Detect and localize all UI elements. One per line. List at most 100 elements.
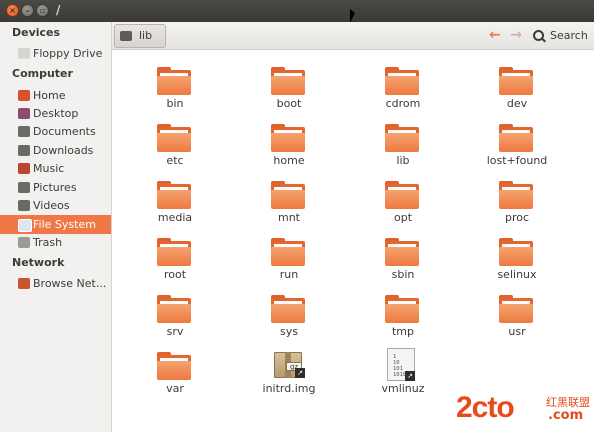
sidebar-section-devices: Devices: [12, 26, 61, 39]
file-name-label: var: [166, 382, 184, 395]
breadcrumb-button[interactable]: lib: [114, 24, 166, 48]
places-sidebar: Devices Floppy Drive Computer Home Desktop Do…: [0, 22, 112, 432]
maximize-icon: ▫: [39, 6, 46, 15]
file-item-proc[interactable]: proc: [477, 179, 557, 235]
folder-icon: [385, 124, 419, 152]
sidebar-item-file-system[interactable]: File System: [0, 215, 111, 234]
home-folder-icon: [18, 90, 30, 101]
file-item-dev[interactable]: dev: [477, 65, 557, 121]
sidebar-item-videos[interactable]: Videos: [0, 196, 111, 215]
arrow-left-icon: ←: [489, 27, 501, 43]
sidebar-item-label: Documents: [33, 125, 96, 138]
sidebar-item-home[interactable]: Home: [0, 86, 111, 105]
folder-icon: [157, 67, 191, 95]
file-item-initrd-img[interactable]: gz ↗ initrd.img: [249, 350, 329, 406]
folder-icon: [157, 352, 191, 380]
file-name-label: sys: [280, 325, 298, 338]
file-name-label: etc: [166, 154, 184, 167]
file-name-label: lost+found: [486, 154, 548, 167]
watermark-domain: .com: [548, 408, 584, 423]
file-item-bin[interactable]: bin: [135, 65, 215, 121]
search-button[interactable]: Search: [530, 26, 592, 46]
file-item-opt[interactable]: opt: [363, 179, 443, 235]
sidebar-item-label: Downloads: [33, 144, 94, 157]
sidebar-item-documents[interactable]: Documents: [0, 122, 111, 141]
watermark-main: 2cto: [456, 391, 515, 424]
file-item-boot[interactable]: boot: [249, 65, 329, 121]
binary-file-icon: 1 10 101 1010 ↗: [387, 348, 415, 381]
sidebar-item-label: Browse Net...: [33, 277, 107, 290]
search-label: Search: [550, 29, 588, 42]
file-item-vmlinuz[interactable]: 1 10 101 1010 ↗ vmlinuz: [363, 348, 443, 406]
window-title: /: [56, 3, 61, 17]
file-item-lib[interactable]: lib: [363, 122, 443, 178]
file-item-root[interactable]: root: [135, 236, 215, 292]
file-name-label: media: [157, 211, 193, 224]
file-item-run[interactable]: run: [249, 236, 329, 292]
file-item-usr[interactable]: usr: [477, 293, 557, 349]
documents-icon: [18, 126, 30, 137]
breadcrumb-label: lib: [139, 29, 153, 42]
file-item-sys[interactable]: sys: [249, 293, 329, 349]
back-button[interactable]: ←: [486, 26, 504, 44]
title-bar[interactable]: × – ▫ /: [0, 0, 594, 23]
file-name-label: vmlinuz: [381, 382, 425, 395]
minimize-button[interactable]: –: [21, 4, 34, 17]
file-item-etc[interactable]: etc: [135, 122, 215, 178]
file-item-tmp[interactable]: tmp: [363, 293, 443, 349]
file-item-media[interactable]: media: [135, 179, 215, 235]
sidebar-section-computer: Computer: [12, 67, 73, 80]
sidebar-item-browse-net[interactable]: Browse Net...: [0, 274, 111, 293]
folder-icon: [157, 238, 191, 266]
file-name-label: cdrom: [385, 97, 421, 110]
sidebar-item-label: Trash: [33, 236, 63, 249]
file-name-label: srv: [166, 325, 184, 338]
file-name-label: selinux: [497, 268, 537, 281]
file-item-mnt[interactable]: mnt: [249, 179, 329, 235]
file-item-lost-found[interactable]: lost+found: [477, 122, 557, 178]
file-name-label: opt: [393, 211, 413, 224]
folder-icon: [499, 181, 533, 209]
file-view[interactable]: bin boot cdrom dev etc home lib lost+found media…: [112, 50, 594, 432]
maximize-button[interactable]: ▫: [36, 4, 49, 17]
file-item-home[interactable]: home: [249, 122, 329, 178]
watermark-logo: 2cto 红黑联盟 .com: [456, 387, 594, 432]
search-icon-handle: [541, 37, 546, 43]
sidebar-item-downloads[interactable]: Downloads: [0, 141, 111, 160]
file-name-label: root: [163, 268, 187, 281]
sidebar-item-pictures[interactable]: Pictures: [0, 178, 111, 197]
folder-icon: [157, 124, 191, 152]
sidebar-item-floppy-drive[interactable]: Floppy Drive: [0, 44, 111, 63]
file-item-cdrom[interactable]: cdrom: [363, 65, 443, 121]
file-name-label: usr: [508, 325, 526, 338]
folder-icon: [499, 67, 533, 95]
sidebar-item-label: Videos: [33, 199, 70, 212]
folder-icon: [499, 238, 533, 266]
folder-icon: [157, 181, 191, 209]
file-name-label: boot: [276, 97, 302, 110]
file-item-var[interactable]: var: [135, 350, 215, 406]
arrow-right-icon: →: [510, 27, 522, 43]
drive-icon: [120, 31, 132, 41]
file-item-srv[interactable]: srv: [135, 293, 215, 349]
folder-icon: [385, 181, 419, 209]
music-icon: [18, 163, 30, 174]
folder-icon: [499, 124, 533, 152]
file-name-label: sbin: [391, 268, 415, 281]
close-button[interactable]: ×: [6, 4, 19, 17]
toolbar: lib ← → Search: [112, 22, 594, 50]
sidebar-item-desktop[interactable]: Desktop: [0, 104, 111, 123]
file-name-label: dev: [506, 97, 528, 110]
sidebar-item-music[interactable]: Music: [0, 159, 111, 178]
sidebar-item-label: Home: [33, 89, 66, 102]
archive-icon: gz ↗: [271, 348, 305, 380]
file-item-sbin[interactable]: sbin: [363, 236, 443, 292]
folder-icon: [385, 295, 419, 323]
file-item-selinux[interactable]: selinux: [477, 236, 557, 292]
sidebar-item-trash[interactable]: Trash: [0, 233, 111, 252]
file-name-label: lib: [396, 154, 410, 167]
sidebar-item-label: Music: [33, 162, 65, 175]
folder-icon: [271, 67, 305, 95]
folder-icon: [385, 67, 419, 95]
forward-button[interactable]: →: [507, 26, 525, 44]
